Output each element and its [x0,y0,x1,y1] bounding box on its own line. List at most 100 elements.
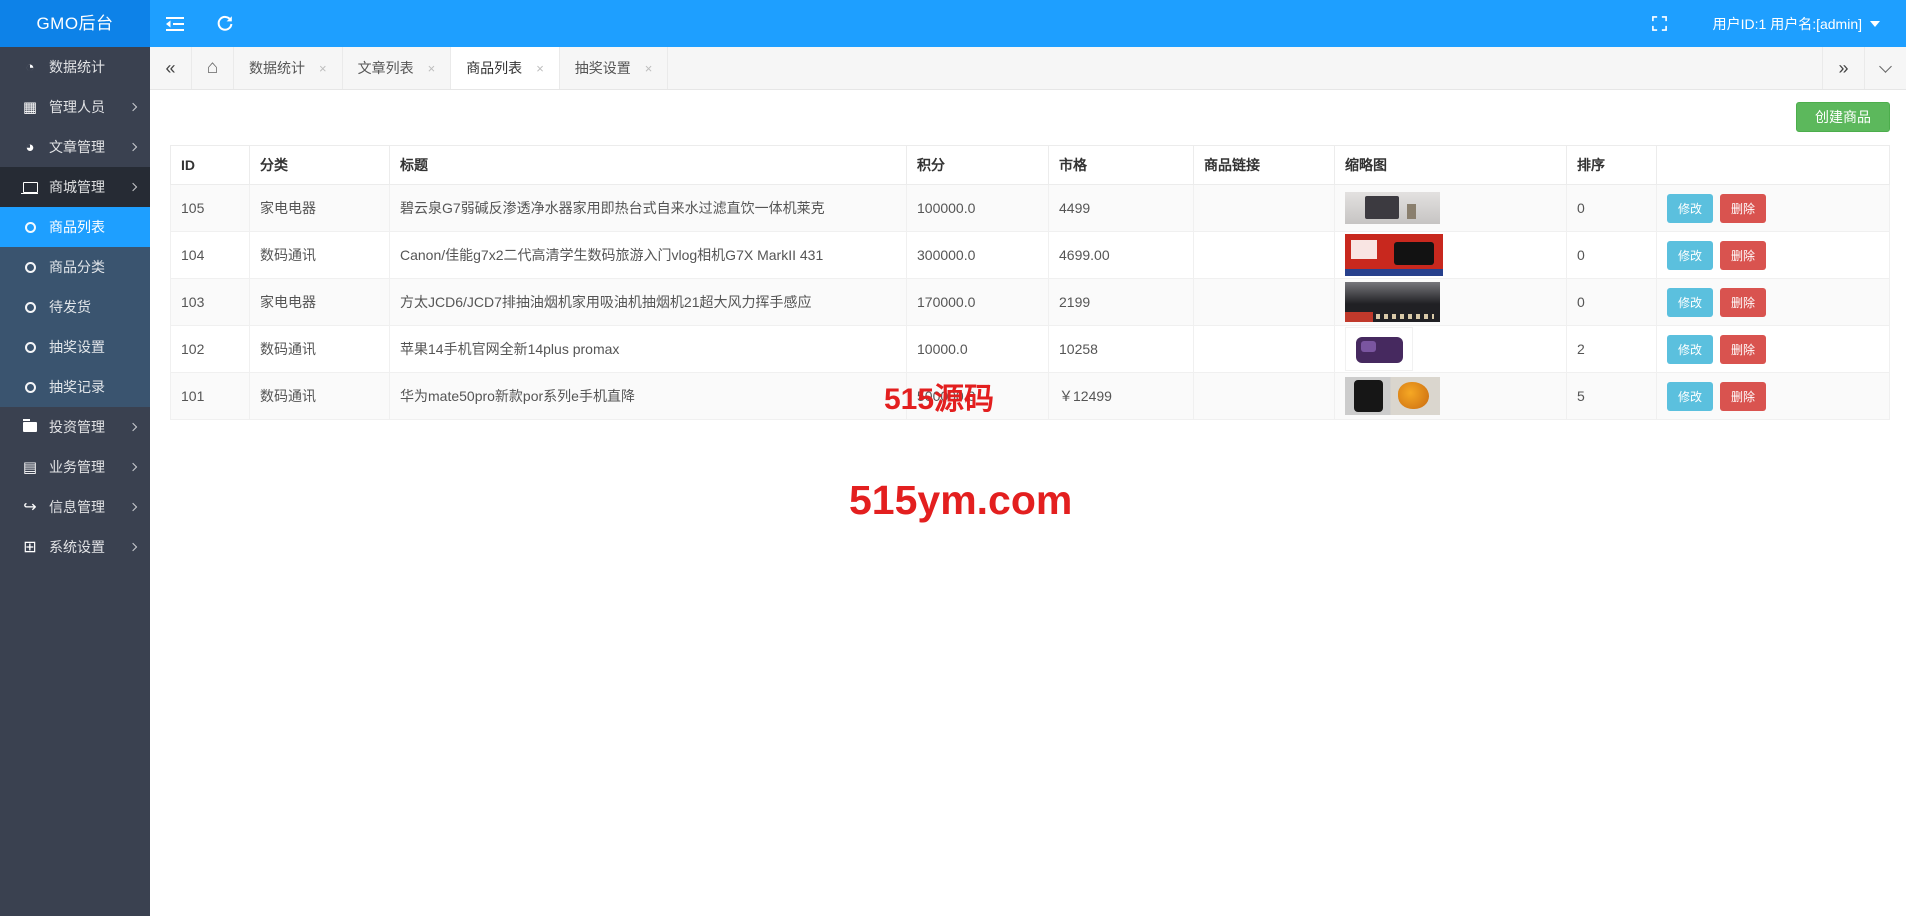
sidebar-item-mall[interactable]: 商城管理 [0,167,150,207]
sidebar-item-label: 抽奖记录 [49,377,105,397]
cell-id: 104 [171,232,250,279]
cell-title: 苹果14手机官网全新14plus promax [390,326,907,373]
sidebar-item-lottery-settings[interactable]: 抽奖设置 [0,327,150,367]
edit-button[interactable]: 修改 [1667,382,1713,411]
tab-close-icon[interactable] [319,62,327,75]
cell-price: 4499 [1049,185,1194,232]
column-header-sort: 排序 [1567,146,1657,185]
cell-id: 105 [171,185,250,232]
cell-price: 10258 [1049,326,1194,373]
cell-price: ￥12499 [1049,373,1194,420]
grid-icon [20,99,40,115]
cell-points: 100000.0 [907,185,1049,232]
chevron-right-icon [129,423,137,431]
tabs-scroll-right-button[interactable] [1822,47,1864,89]
cell-category: 数码通讯 [250,326,390,373]
tab-close-icon[interactable] [645,62,653,75]
tab-product-list[interactable]: 商品列表 [451,47,560,89]
cell-category: 家电电器 [250,279,390,326]
laptop-icon [20,179,40,195]
table-row: 101 数码通讯 华为mate50pro新款por系列e手机直降 500000.… [171,373,1890,420]
delete-button[interactable]: 删除 [1720,288,1766,317]
sidebar-item-system-settings[interactable]: 系统设置 [0,527,150,567]
table-row: 102 数码通讯 苹果14手机官网全新14plus promax 10000.0… [171,326,1890,373]
sidebar: 数据统计 管理人员 文章管理 商城管理 商品列表 商品分类 待发货 抽奖设置 [0,47,150,916]
sidebar-item-business[interactable]: 业务管理 [0,447,150,487]
sidebar-item-label: 管理人员 [49,97,105,117]
cell-price: 2199 [1049,279,1194,326]
tabs-menu-button[interactable] [1864,47,1906,89]
sidebar-item-stats[interactable]: 数据统计 [0,47,150,87]
column-header-actions [1657,146,1890,185]
delete-button[interactable]: 删除 [1720,335,1766,364]
product-table-wrap: ID 分类 标题 积分 市格 商品链接 缩略图 排序 105 家电电器 [170,145,1890,420]
user-menu[interactable]: 用户ID:1 用户名:[admin] [1713,14,1880,34]
cell-category: 数码通讯 [250,373,390,420]
tab-stats[interactable]: 数据统计 [234,47,343,89]
chevron-right-icon [129,103,137,111]
tab-close-icon[interactable] [428,62,436,75]
sidebar-item-investment[interactable]: 投资管理 [0,407,150,447]
table-row: 105 家电电器 碧云泉G7弱碱反渗透净水器家用即热台式自来水过滤直饮一体机莱克… [171,185,1890,232]
table-row: 104 数码通讯 Canon/佳能g7x2二代高清学生数码旅游入门vlog相机G… [171,232,1890,279]
cell-sort: 5 [1567,373,1657,420]
column-header-price: 市格 [1049,146,1194,185]
edit-button[interactable]: 修改 [1667,335,1713,364]
circle-icon [20,379,40,395]
cell-sort: 0 [1567,232,1657,279]
cell-link [1194,279,1335,326]
tab-bar: 数据统计 文章列表 商品列表 抽奖设置 [150,47,1906,90]
sidebar-item-admins[interactable]: 管理人员 [0,87,150,127]
refresh-button[interactable] [200,0,250,47]
sidebar-item-label: 商品列表 [49,217,105,237]
circle-icon [20,299,40,315]
chevron-right-icon [129,503,137,511]
tabs-scroll-left-button[interactable] [150,47,192,89]
gauge-icon [20,59,40,75]
watermark-text: 515源码 [884,385,994,415]
edit-button[interactable]: 修改 [1667,194,1713,223]
column-header-points: 积分 [907,146,1049,185]
sidebar-item-label: 文章管理 [49,137,105,157]
sidebar-item-label: 信息管理 [49,497,105,517]
pie-chart-icon [20,139,40,155]
sidebar-item-information[interactable]: 信息管理 [0,487,150,527]
sidebar-item-articles[interactable]: 文章管理 [0,127,150,167]
fullscreen-button[interactable] [1635,0,1685,47]
share-icon [20,499,40,515]
column-header-thumbnail: 缩略图 [1335,146,1567,185]
sidebar-item-pending-shipments[interactable]: 待发货 [0,287,150,327]
table-header-row: ID 分类 标题 积分 市格 商品链接 缩略图 排序 [171,146,1890,185]
tab-label: 抽奖设置 [575,58,631,78]
tab-label: 商品列表 [466,58,522,78]
product-thumbnail [1345,234,1443,276]
top-header: GMO后台 [0,0,1906,47]
sidebar-item-label: 数据统计 [49,57,105,77]
create-product-button[interactable]: 创建商品 [1796,102,1890,132]
edit-button[interactable]: 修改 [1667,241,1713,270]
tab-article-list[interactable]: 文章列表 [343,47,452,89]
tab-close-icon[interactable] [536,62,544,75]
circle-icon [20,339,40,355]
table-row: 103 家电电器 方太JCD6/JCD7排抽油烟机家用吸油机抽烟机21超大风力挥… [171,279,1890,326]
cell-link [1194,326,1335,373]
column-header-link: 商品链接 [1194,146,1335,185]
sidebar-item-product-categories[interactable]: 商品分类 [0,247,150,287]
refresh-icon [216,15,234,33]
delete-button[interactable]: 删除 [1720,382,1766,411]
product-table: ID 分类 标题 积分 市格 商品链接 缩略图 排序 105 家电电器 [170,145,1890,420]
cell-id: 101 [171,373,250,420]
tab-lottery-settings[interactable]: 抽奖设置 [560,47,669,89]
circle-icon [20,259,40,275]
sidebar-item-label: 待发货 [49,297,91,317]
sidebar-item-product-list[interactable]: 商品列表 [0,207,150,247]
home-tab-button[interactable] [192,47,234,89]
product-thumbnail [1345,327,1413,371]
menu-collapse-button[interactable] [150,0,200,47]
delete-button[interactable]: 删除 [1720,194,1766,223]
sidebar-item-label: 投资管理 [49,417,105,437]
delete-button[interactable]: 删除 [1720,241,1766,270]
chevron-right-icon [129,143,137,151]
sidebar-item-lottery-records[interactable]: 抽奖记录 [0,367,150,407]
edit-button[interactable]: 修改 [1667,288,1713,317]
